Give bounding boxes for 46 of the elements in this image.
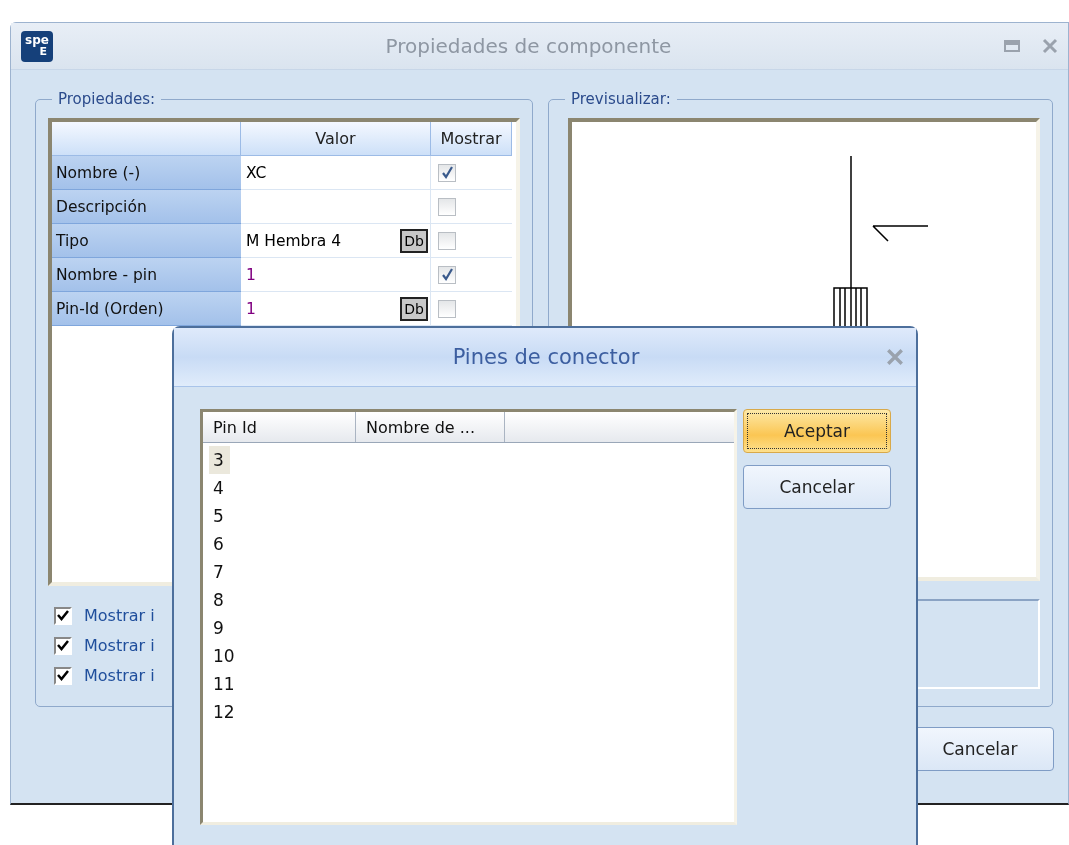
show-checkbox[interactable] — [438, 265, 456, 284]
pin-item[interactable]: 5 — [209, 502, 230, 530]
close-icon[interactable] — [886, 348, 904, 366]
show-checkbox[interactable] — [438, 299, 456, 318]
pin-item[interactable]: 8 — [209, 586, 230, 614]
option-checkbox[interactable] — [54, 606, 72, 625]
property-name: Tipo — [52, 224, 241, 258]
property-name: Nombre (-) — [52, 156, 241, 190]
app-logo: spe E — [21, 30, 53, 62]
column-header[interactable]: Nombre de ... — [356, 412, 505, 442]
maximize-icon[interactable] — [1004, 40, 1020, 52]
option-checkbox[interactable] — [54, 636, 72, 655]
column-header: Mostrar — [431, 122, 512, 156]
pin-item[interactable]: 11 — [209, 670, 241, 698]
dialog-title: Pines de conector — [451, 345, 641, 369]
close-icon[interactable] — [1042, 38, 1058, 54]
option-label: Mostrar i — [84, 636, 155, 655]
property-value[interactable]: XC — [241, 156, 431, 190]
cancel-button[interactable]: Cancelar — [743, 465, 891, 509]
pin-item[interactable]: 12 — [209, 698, 241, 726]
pin-item[interactable]: 4 — [209, 474, 230, 502]
pin-item[interactable]: 7 — [209, 558, 230, 586]
property-value[interactable] — [241, 190, 431, 224]
property-name: Pin-Id (Orden) — [52, 292, 241, 326]
accept-button[interactable]: Aceptar — [743, 409, 891, 453]
option-checkbox[interactable] — [54, 666, 72, 685]
option-label: Mostrar i — [84, 666, 155, 685]
option-label: Mostrar i — [84, 606, 155, 625]
pin-item[interactable]: 6 — [209, 530, 230, 558]
group-legend: Propiedades: — [52, 90, 162, 108]
property-name: Nombre - pin — [52, 258, 241, 292]
property-value[interactable]: M Hembra 4 Db — [241, 224, 431, 258]
property-value[interactable]: 1 — [241, 258, 431, 292]
show-checkbox[interactable] — [438, 163, 456, 182]
column-header: Valor — [241, 122, 431, 156]
window-title: Propiedades de componente — [384, 34, 673, 58]
pin-item[interactable]: 10 — [209, 642, 241, 670]
pin-item[interactable]: 3 — [209, 446, 230, 474]
show-checkbox[interactable] — [438, 197, 456, 216]
group-legend: Previsualizar: — [565, 90, 677, 108]
db-button[interactable]: Db — [400, 228, 428, 253]
db-button[interactable]: Db — [400, 296, 428, 321]
pin-item[interactable]: 9 — [209, 614, 230, 642]
property-name: Descripción — [52, 190, 241, 224]
show-checkbox[interactable] — [438, 231, 456, 250]
column-header[interactable]: Pin Id — [203, 412, 356, 442]
